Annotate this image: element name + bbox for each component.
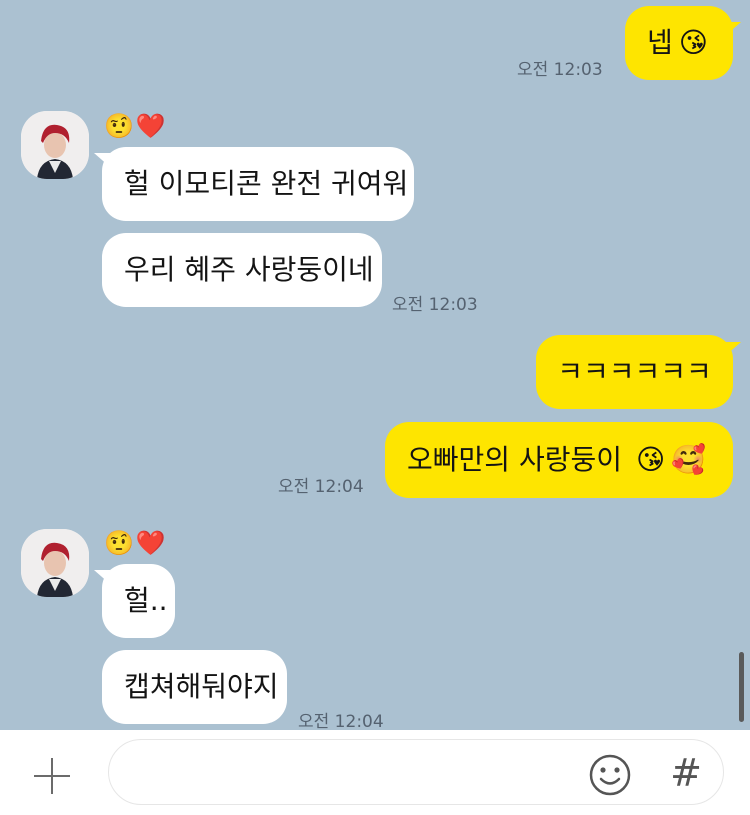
message-input[interactable]	[133, 754, 577, 794]
scrollbar[interactable]	[739, 652, 744, 722]
message-bubble-outgoing[interactable]: 넵 😘	[625, 6, 733, 80]
message-text: ㅋㅋㅋㅋㅋㅋ	[557, 355, 712, 388]
message-text: 오빠만의 사랑둥이	[407, 443, 622, 476]
smiley-icon[interactable]	[588, 753, 632, 797]
hash-icon[interactable]: #	[664, 748, 708, 798]
reaction-row: 🤨 ❤️	[104, 529, 166, 557]
message-bubble-outgoing[interactable]: 오빠만의 사랑둥이 😘 🥰	[385, 422, 733, 498]
heart-emoji-icon: ❤️	[135, 529, 166, 557]
chat-area[interactable]: 오전 12:03 넵 😘 🤨 ❤️ 헐 이모티콘 완전 귀여워 우리 혜주 사랑둥…	[0, 0, 750, 730]
avatar-photo	[21, 529, 89, 597]
message-bubble-incoming[interactable]: 캡쳐해둬야지	[102, 650, 287, 724]
message-text: 헐..	[124, 584, 168, 617]
message-text: 헐 이모티콘 완전 귀여워	[124, 167, 409, 200]
message-text: 넵	[647, 26, 673, 59]
message-bubble-incoming[interactable]: 헐 이모티콘 완전 귀여워	[102, 147, 414, 221]
kiss-emoji-icon: 😘	[635, 443, 666, 476]
message-text: 캡쳐해둬야지	[124, 670, 279, 703]
message-time: 오전 12:04	[298, 712, 384, 730]
heart-emoji-icon: ❤️	[135, 112, 166, 140]
smiling-hearts-emoji-icon: 🥰	[671, 443, 707, 476]
message-text: 우리 혜주 사랑둥이네	[124, 253, 374, 286]
message-bubble-outgoing[interactable]: ㅋㅋㅋㅋㅋㅋ	[536, 335, 733, 409]
raised-eyebrow-emoji-icon: 🤨	[104, 112, 134, 140]
sender-avatar[interactable]	[21, 529, 89, 597]
raised-eyebrow-emoji-icon: 🤨	[104, 529, 134, 557]
message-bubble-incoming[interactable]: 헐..	[102, 564, 175, 638]
avatar-photo	[21, 111, 89, 179]
bubble-tail	[725, 22, 741, 36]
reaction-row: 🤨 ❤️	[104, 112, 166, 140]
kiss-emoji-icon: 😘	[678, 26, 708, 59]
sender-avatar[interactable]	[21, 111, 89, 179]
message-time: 오전 12:03	[517, 60, 603, 80]
message-time: 오전 12:03	[392, 295, 478, 315]
message-bubble-incoming[interactable]: 우리 혜주 사랑둥이네	[102, 233, 382, 307]
plus-icon[interactable]	[32, 756, 72, 796]
message-time: 오전 12:04	[278, 477, 364, 497]
